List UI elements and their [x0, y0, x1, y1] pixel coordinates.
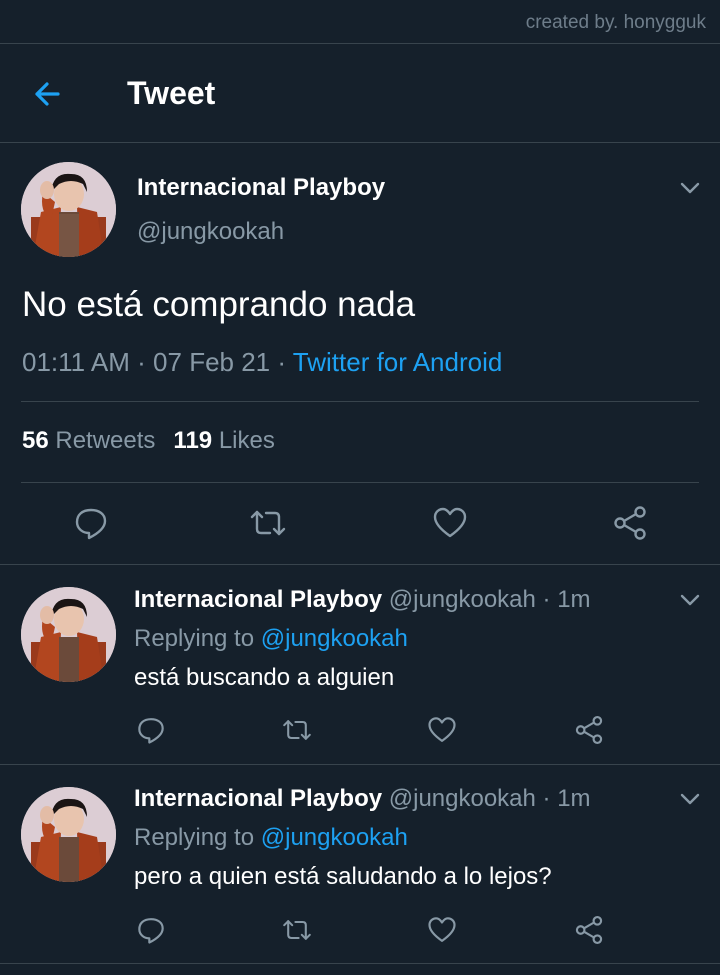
share-icon [575, 916, 603, 944]
divider [0, 963, 720, 964]
author-name[interactable]: Internacional Playboy [134, 586, 382, 613]
heart-icon [428, 717, 456, 742]
tweet-stats: 56 Retweets 119 Likes [22, 427, 275, 455]
tweet-source-link[interactable]: Twitter for Android [293, 347, 503, 377]
reply-button[interactable] [136, 915, 166, 945]
likes-stat[interactable]: 119 Likes [173, 427, 274, 454]
reply-icon [75, 508, 107, 540]
more-options-button[interactable] [678, 588, 702, 612]
author-name[interactable]: Internacional Playboy [137, 174, 385, 202]
avatar[interactable] [21, 787, 116, 882]
retweet-button[interactable] [248, 505, 288, 541]
page-title: Tweet [127, 75, 216, 111]
more-options-button[interactable] [678, 176, 702, 200]
likes-count: 119 [173, 427, 213, 454]
profile-photo [21, 587, 116, 682]
replying-to-handle[interactable]: @jungkookah [261, 824, 408, 851]
author-handle-time: @jungkookah · 1m [388, 586, 591, 613]
separator: · [270, 347, 293, 377]
reply-text: pero a quien está saludando a lo lejos? [134, 863, 552, 890]
retweet-button[interactable] [281, 715, 313, 745]
author-handle[interactable]: @jungkookah [137, 218, 284, 246]
reply-text: está buscando a alguien [134, 664, 395, 691]
like-button[interactable] [427, 915, 457, 945]
reply-header: Internacional Playboy @jungkookah · 1m [134, 586, 591, 614]
top-bar: Tweet [0, 44, 720, 142]
arrow-left-icon [35, 82, 60, 106]
tweet-time: 01:11 AM [22, 347, 130, 377]
divider [0, 764, 720, 765]
chevron-down-icon [680, 182, 700, 194]
heart-icon [428, 917, 456, 942]
separator: · [129, 347, 154, 377]
divider [0, 142, 720, 143]
watermark-text: created by. honygguk [525, 12, 706, 33]
like-button[interactable] [427, 715, 457, 745]
profile-photo [21, 787, 116, 882]
like-button[interactable] [432, 505, 468, 541]
chevron-down-icon [680, 594, 700, 606]
replying-to: Replying to @jungkookah [134, 625, 408, 653]
avatar[interactable] [21, 587, 116, 682]
retweet-icon [283, 920, 311, 940]
replying-to-label: Replying to [134, 824, 255, 851]
share-icon [575, 716, 603, 744]
reply-button[interactable] [73, 505, 109, 541]
retweets-label: Retweets [55, 427, 156, 454]
tweet-text: No está comprando nada [22, 285, 416, 324]
share-button[interactable] [573, 915, 605, 945]
more-options-button[interactable] [678, 787, 702, 811]
profile-photo [21, 162, 116, 257]
tweet-date: 07 Feb 21 [153, 347, 271, 377]
heart-icon [433, 507, 467, 538]
reply-header: Internacional Playboy @jungkookah · 1m [134, 785, 591, 813]
divider [21, 482, 699, 483]
back-button[interactable] [28, 74, 68, 114]
share-button[interactable] [611, 505, 649, 541]
divider [0, 564, 720, 565]
retweet-button[interactable] [281, 915, 313, 945]
share-icon [614, 506, 646, 540]
replying-to-label: Replying to [134, 625, 255, 652]
avatar[interactable] [21, 162, 116, 257]
retweets-stat[interactable]: 56 Retweets [22, 427, 155, 454]
replying-to: Replying to @jungkookah [134, 824, 408, 852]
share-button[interactable] [573, 715, 605, 745]
retweets-count: 56 [22, 427, 49, 454]
author-handle-time: @jungkookah · 1m [388, 785, 591, 812]
retweet-icon [250, 510, 286, 536]
likes-label: Likes [218, 427, 275, 454]
divider [21, 401, 699, 402]
author-name[interactable]: Internacional Playboy [134, 785, 382, 812]
reply-icon [138, 718, 164, 744]
reply-button[interactable] [136, 715, 166, 745]
reply-icon [138, 918, 164, 944]
tweet-meta: 01:11 AM · 07 Feb 21 · Twitter for Andro… [22, 347, 502, 378]
replying-to-handle[interactable]: @jungkookah [261, 625, 408, 652]
retweet-icon [283, 720, 311, 740]
chevron-down-icon [680, 793, 700, 805]
